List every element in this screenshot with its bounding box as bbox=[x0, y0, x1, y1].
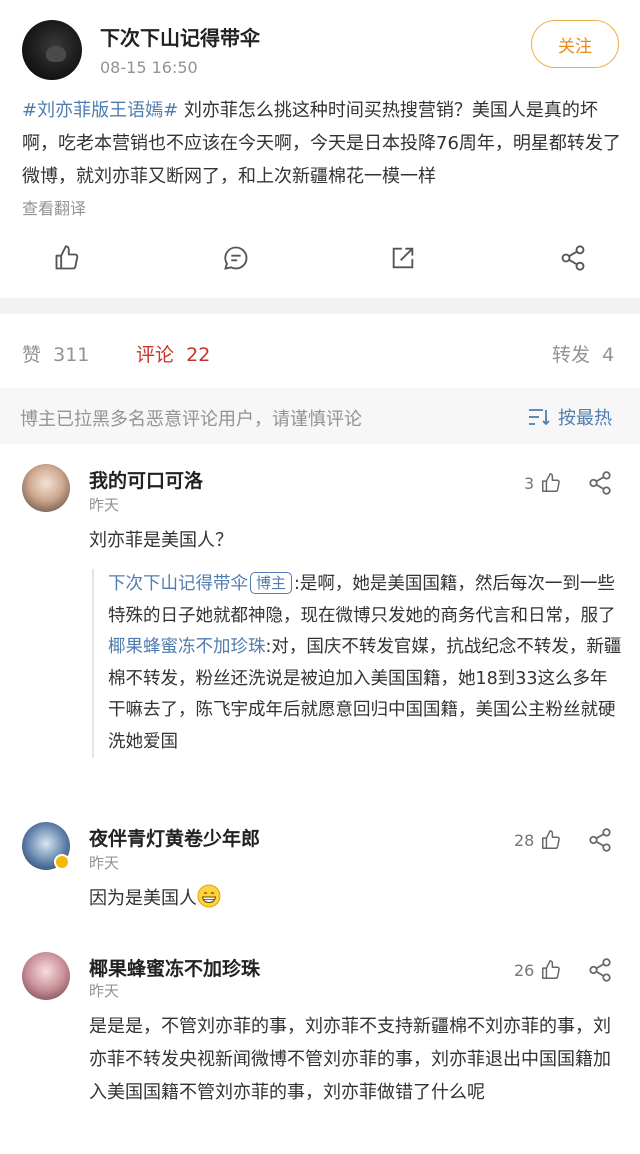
author-avatar[interactable] bbox=[22, 20, 82, 80]
grin-emoji-icon bbox=[197, 884, 221, 908]
comment-notice-bar: 博主已拉黑多名恶意评论用户，请谨慎评论 按最热 bbox=[0, 388, 640, 444]
reply-item: 椰果蜂蜜冻不加珍珠:对，国庆不转发官媒，抗战纪念不转发，新疆棉不转发，粉丝还洗说… bbox=[108, 632, 622, 758]
author-name[interactable]: 下次下山记得带伞 bbox=[100, 22, 260, 51]
hashtag-link[interactable]: #刘亦菲版王语嫣# bbox=[22, 100, 178, 121]
comment-like-count: 28 bbox=[514, 830, 535, 850]
reply-item: 下次下山记得带伞 博主:是啊，她是美国国籍，然后每次一到一些特殊的日子她就都神隐，… bbox=[108, 569, 622, 632]
comment-notice: 博主已拉黑多名恶意评论用户，请谨慎评论 bbox=[20, 409, 362, 430]
share-icon[interactable] bbox=[556, 241, 590, 275]
comment-like-count: 3 bbox=[524, 473, 535, 493]
thumb-up-icon[interactable] bbox=[50, 241, 84, 275]
section-divider bbox=[0, 298, 640, 314]
comment-like-button[interactable]: 26 bbox=[514, 959, 562, 981]
translate-link[interactable]: 查看翻译 bbox=[22, 195, 86, 219]
owner-badge: 博主 bbox=[250, 572, 293, 594]
verified-badge-icon bbox=[54, 854, 70, 870]
comment-icon[interactable] bbox=[219, 241, 253, 275]
comment-time: 昨天 bbox=[89, 982, 120, 1000]
comment-like-button[interactable]: 28 bbox=[514, 829, 562, 851]
stats-tabs: 赞 311 评论 22 转发 4 bbox=[0, 314, 640, 388]
comment-like-button[interactable]: 3 bbox=[524, 472, 562, 494]
post-time: 08-15 16:50 bbox=[100, 58, 198, 77]
tab-likes[interactable]: 赞 311 bbox=[22, 340, 89, 367]
comment-text: 是是是，不管刘亦菲的事，刘亦菲不支持新疆棉不刘亦菲的事，刘亦菲不转发央视新闻微博… bbox=[89, 1016, 611, 1103]
comment-time: 昨天 bbox=[89, 496, 120, 514]
avatar[interactable] bbox=[22, 464, 70, 512]
reply-list: 下次下山记得带伞 博主:是啊，她是美国国籍，然后每次一到一些特殊的日子她就都神隐，… bbox=[92, 569, 622, 758]
comment-text: 刘亦菲是美国人？ bbox=[89, 530, 233, 551]
thumb-up-icon bbox=[542, 960, 561, 979]
avatar[interactable] bbox=[22, 952, 70, 1000]
tab-comments[interactable]: 评论 22 bbox=[136, 340, 210, 367]
thumb-up-icon bbox=[542, 830, 561, 849]
thumb-up-icon bbox=[542, 473, 561, 492]
share-icon[interactable] bbox=[587, 957, 613, 983]
share-icon[interactable] bbox=[587, 827, 613, 853]
sort-button[interactable]: 按最热 bbox=[528, 404, 612, 430]
comment-author[interactable]: 椰果蜂蜜冻不加珍珠 bbox=[89, 954, 260, 981]
action-bar bbox=[0, 236, 640, 282]
sort-icon bbox=[529, 409, 550, 426]
comment-author[interactable]: 夜伴青灯黄卷少年郎 bbox=[89, 824, 260, 851]
post-header: 下次下山记得带伞 08-15 16:50 关注 bbox=[0, 0, 640, 90]
share-icon[interactable] bbox=[587, 470, 613, 496]
post-text: #刘亦菲版王语嫣# 刘亦菲怎么挑这种时间买热搜营销？美国人是真的坏啊，吃老本营销… bbox=[22, 94, 622, 193]
comment-time: 昨天 bbox=[89, 854, 120, 872]
reply-author[interactable]: 椰果蜂蜜冻不加珍珠 bbox=[108, 637, 266, 657]
comment-text: 因为是美国人 bbox=[89, 882, 619, 915]
reply-author[interactable]: 下次下山记得带伞 bbox=[108, 574, 248, 594]
tab-reposts[interactable]: 转发 4 bbox=[552, 340, 614, 367]
repost-icon[interactable] bbox=[386, 241, 420, 275]
follow-button[interactable]: 关注 bbox=[531, 20, 619, 68]
comment-like-count: 26 bbox=[514, 960, 535, 980]
comment-author[interactable]: 我的可口可洛 bbox=[89, 466, 203, 493]
